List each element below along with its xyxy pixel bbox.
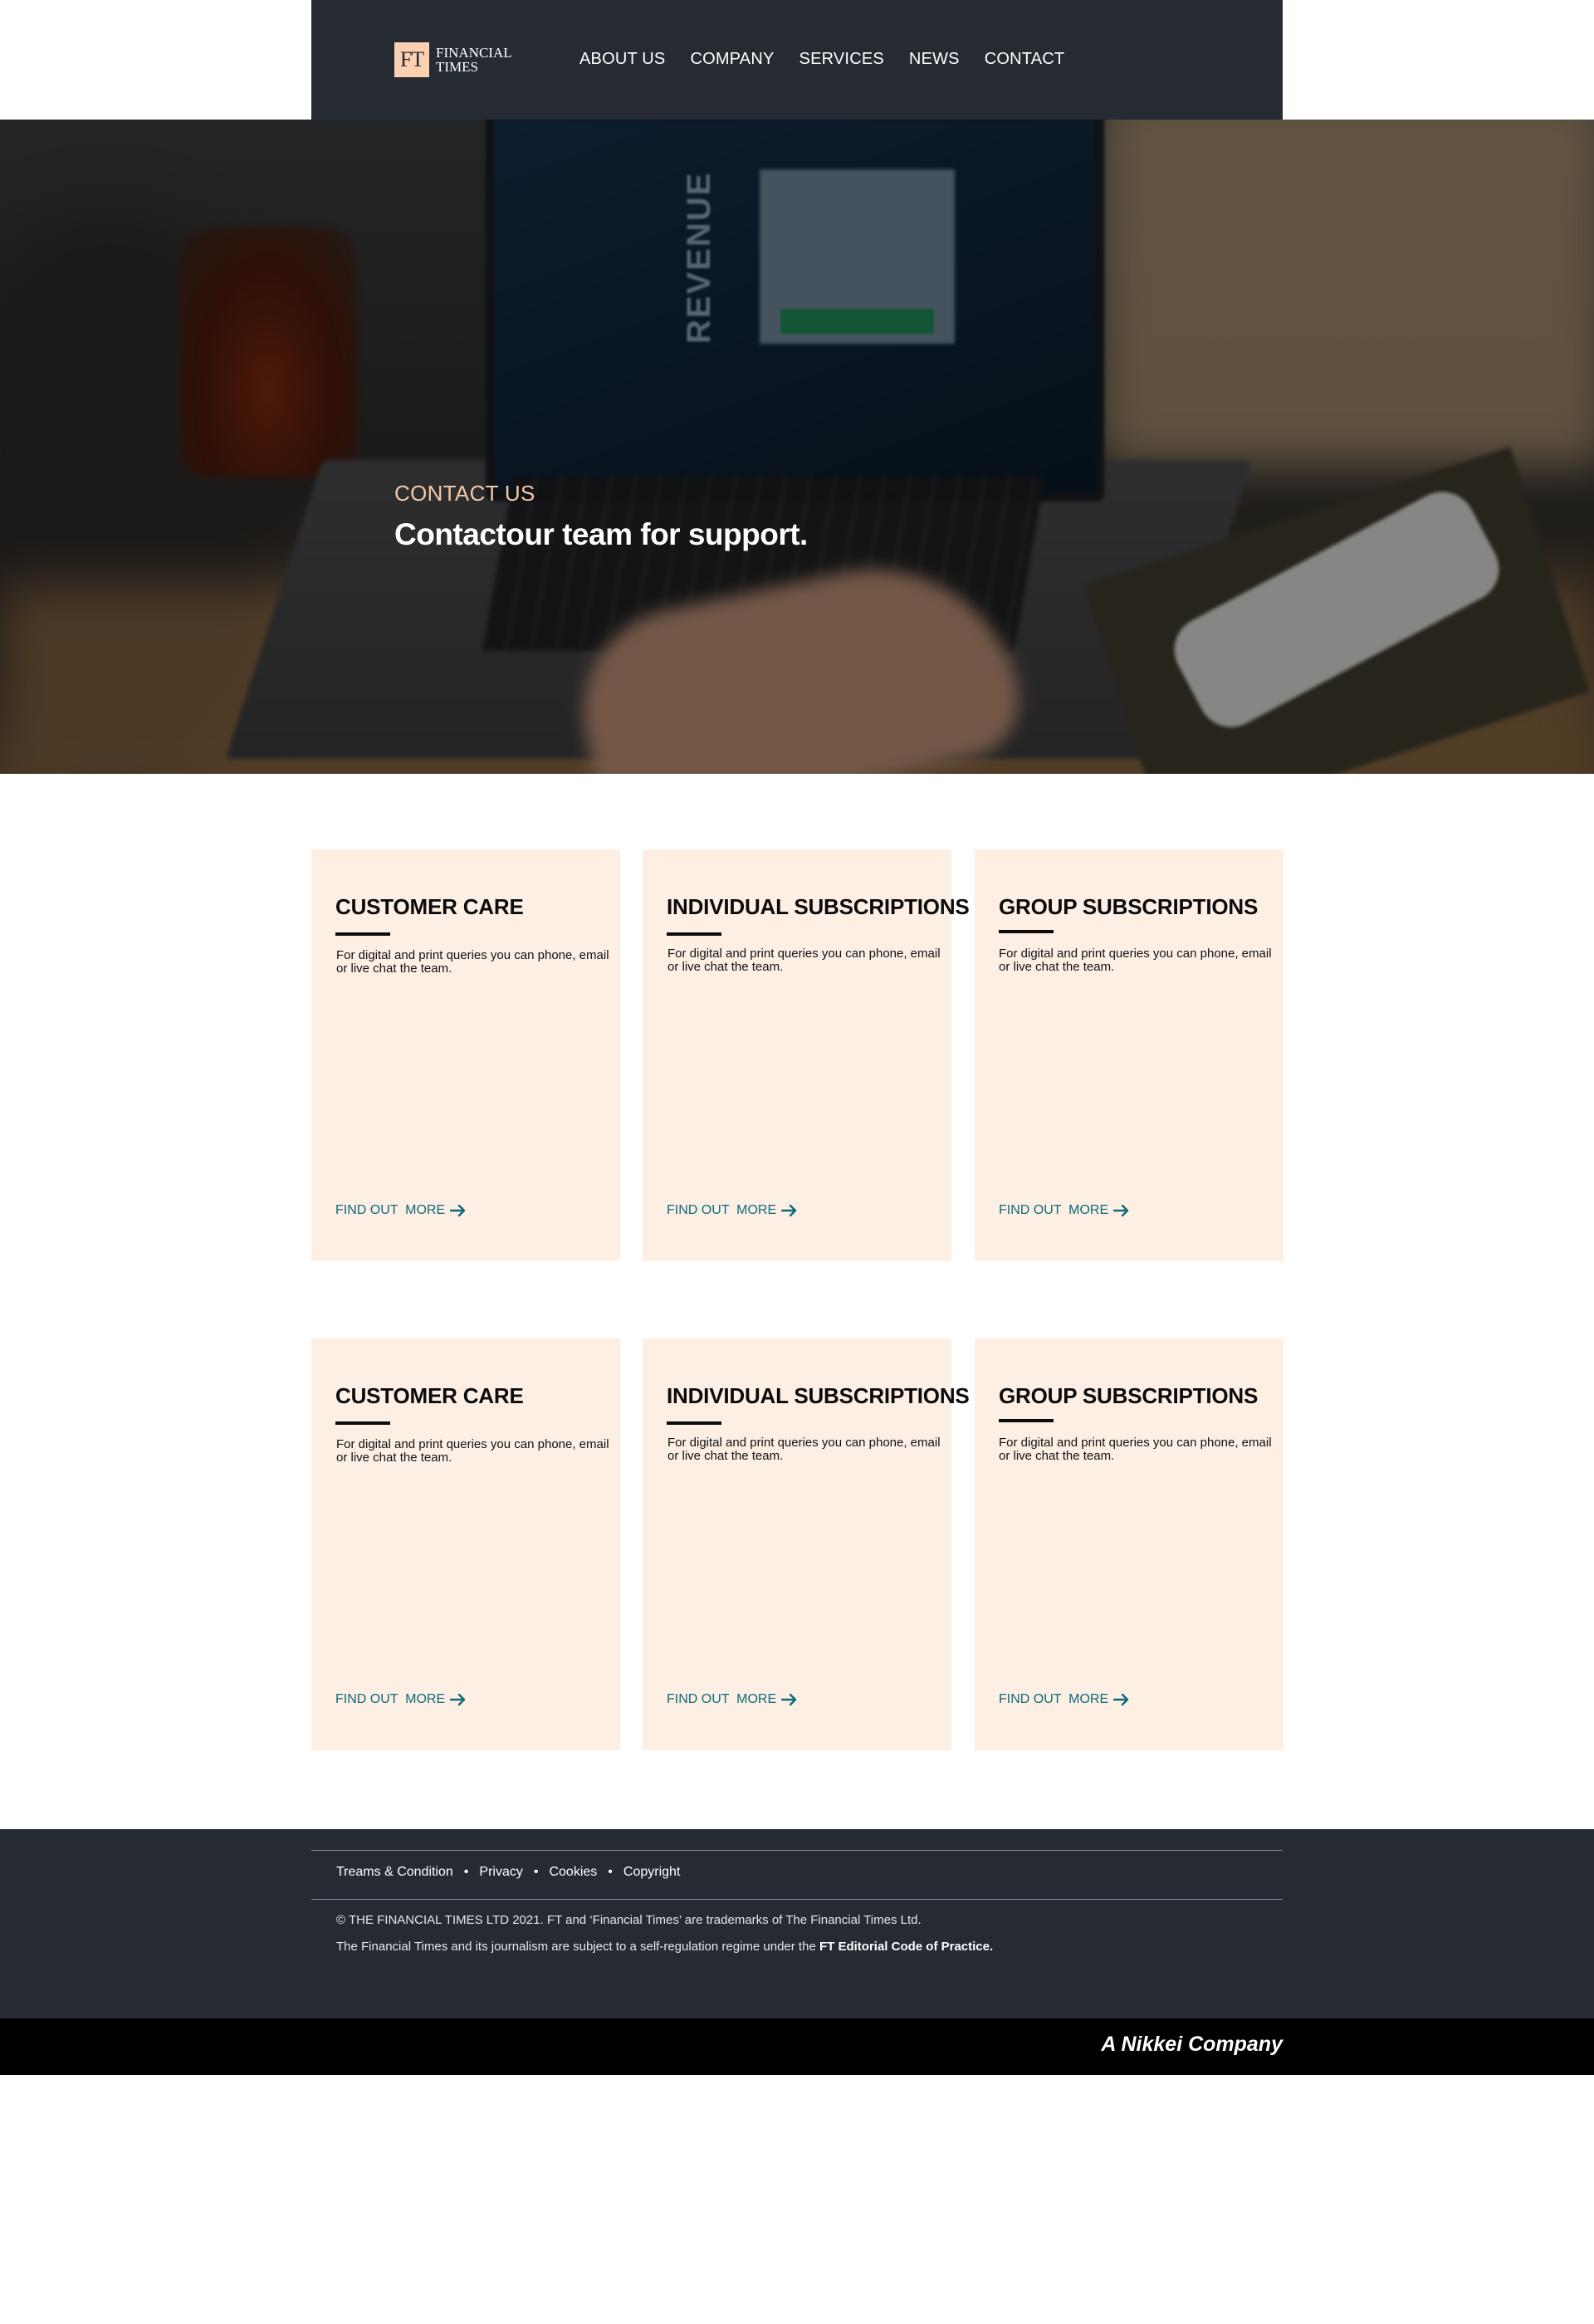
- find-out-more-label: FIND OUT MORE: [335, 1203, 446, 1217]
- find-out-more-link[interactable]: FIND OUT MORE: [667, 1692, 798, 1707]
- card-title: INDIVIDUAL SUBSCRIPTIONS: [667, 1383, 970, 1408]
- bullet-separator: •: [608, 1865, 613, 1879]
- footer-copyright: © THE FINANCIAL TIMES LTD 2021. FT and ‘…: [336, 1913, 922, 1927]
- footer-link-cookies[interactable]: Cookies: [549, 1865, 597, 1880]
- logo-wordmark: FINANCIAL TIMES: [436, 46, 512, 74]
- card-divider: [999, 1419, 1054, 1422]
- card-description: For digital and print queries you can ph…: [999, 947, 1272, 974]
- footer-link-copyright[interactable]: Copyright: [623, 1865, 680, 1880]
- find-out-more-link[interactable]: FIND OUT MORE: [335, 1692, 467, 1707]
- nav-services[interactable]: SERVICES: [799, 48, 884, 70]
- logo-line-2: TIMES: [436, 59, 478, 75]
- nikkei-company-label: A Nikkei Company: [1101, 2033, 1283, 2056]
- card-title: GROUP SUBSCRIPTIONS: [999, 1383, 1259, 1408]
- nikkei-bar: A Nikkei Company: [0, 2018, 1594, 2075]
- footer-divider-middle: [311, 1899, 1283, 1900]
- find-out-more-link[interactable]: FIND OUT MORE: [667, 1203, 798, 1218]
- card-divider: [667, 1421, 721, 1425]
- nav-news[interactable]: NEWS: [909, 48, 960, 70]
- editorial-code-label: FT Editorial Code of Practice.: [819, 1940, 994, 1954]
- footer-links: Treams & Condition • Privacy • Cookies •…: [336, 1865, 680, 1880]
- find-out-more-link[interactable]: FIND OUT MORE: [335, 1203, 467, 1218]
- card-customer-care: CUSTOMER CARE For digital and print quer…: [311, 849, 620, 1261]
- ft-logo[interactable]: FT FINANCIAL TIMES: [394, 42, 512, 77]
- card-divider: [667, 932, 721, 936]
- editorial-code-link[interactable]: FT Editorial Code of Practice.: [819, 1940, 993, 1954]
- find-out-more-label: FIND OUT MORE: [999, 1692, 1109, 1706]
- card-description: For digital and print queries you can ph…: [336, 948, 609, 976]
- card-title: CUSTOMER CARE: [335, 1383, 524, 1408]
- arrow-right-icon: [1113, 1693, 1130, 1706]
- card-description: For digital and print queries you can ph…: [667, 947, 941, 974]
- card-divider: [335, 1421, 390, 1425]
- arrow-right-icon: [781, 1204, 798, 1217]
- arrow-right-icon: [1113, 1204, 1130, 1217]
- site-header: FT FINANCIAL TIMES ABOUT US COMPANY SERV…: [311, 0, 1283, 120]
- arrow-right-icon: [781, 1693, 798, 1706]
- footer-link-privacy[interactable]: Privacy: [479, 1865, 522, 1880]
- card-description: For digital and print queries you can ph…: [667, 1436, 941, 1463]
- hero-kicker: CONTACT US: [394, 481, 535, 506]
- hero-title: Contactour team for support.: [394, 517, 808, 551]
- find-out-more-link[interactable]: FIND OUT MORE: [999, 1203, 1130, 1218]
- find-out-more-label: FIND OUT MORE: [667, 1692, 777, 1706]
- bullet-separator: •: [533, 1865, 539, 1879]
- find-out-more-link[interactable]: FIND OUT MORE: [999, 1692, 1130, 1707]
- footer-regulation-text: The Financial Times and its journalism a…: [336, 1940, 819, 1954]
- logo-line-1: FINANCIAL: [436, 45, 512, 61]
- card-customer-care: CUSTOMER CARE For digital and print quer…: [311, 1338, 620, 1750]
- card-individual-subscriptions: INDIVIDUAL SUBSCRIPTIONS For digital and…: [643, 1338, 970, 1750]
- site-footer: Treams & Condition • Privacy • Cookies •…: [0, 1829, 1594, 2018]
- nav-company[interactable]: COMPANY: [690, 48, 774, 70]
- card-divider: [335, 932, 390, 936]
- card-title: GROUP SUBSCRIPTIONS: [999, 894, 1259, 919]
- find-out-more-label: FIND OUT MORE: [999, 1203, 1109, 1217]
- card-divider: [999, 930, 1054, 933]
- footer-link-terms[interactable]: Treams & Condition: [336, 1865, 453, 1880]
- card-title: CUSTOMER CARE: [335, 894, 524, 919]
- hero-banner: REVENUE CONTACT US Contactour team for s…: [0, 120, 1594, 774]
- logo-mark: FT: [394, 42, 429, 77]
- find-out-more-label: FIND OUT MORE: [667, 1203, 777, 1217]
- card-description: For digital and print queries you can ph…: [336, 1437, 609, 1465]
- hero-text: CONTACT US Contactour team for support.: [394, 479, 808, 554]
- footer-divider-top: [311, 1850, 1283, 1851]
- find-out-more-label: FIND OUT MORE: [335, 1692, 446, 1706]
- arrow-right-icon: [450, 1693, 467, 1706]
- card-title: INDIVIDUAL SUBSCRIPTIONS: [667, 894, 970, 919]
- card-group-subscriptions: GROUP SUBSCRIPTIONS For digital and prin…: [975, 1338, 1284, 1750]
- nav-contact[interactable]: CONTACT: [985, 48, 1065, 70]
- nav-about-us[interactable]: ABOUT US: [579, 48, 665, 70]
- card-individual-subscriptions: INDIVIDUAL SUBSCRIPTIONS For digital and…: [643, 849, 970, 1261]
- main-nav: ABOUT US COMPANY SERVICES NEWS CONTACT: [579, 48, 1089, 70]
- card-description: For digital and print queries you can ph…: [999, 1436, 1272, 1463]
- card-group-subscriptions: GROUP SUBSCRIPTIONS For digital and prin…: [975, 849, 1284, 1261]
- footer-regulation: The Financial Times and its journalism a…: [336, 1940, 993, 1954]
- arrow-right-icon: [450, 1204, 467, 1217]
- bullet-separator: •: [463, 1865, 469, 1879]
- hero-overlay: [0, 120, 1594, 774]
